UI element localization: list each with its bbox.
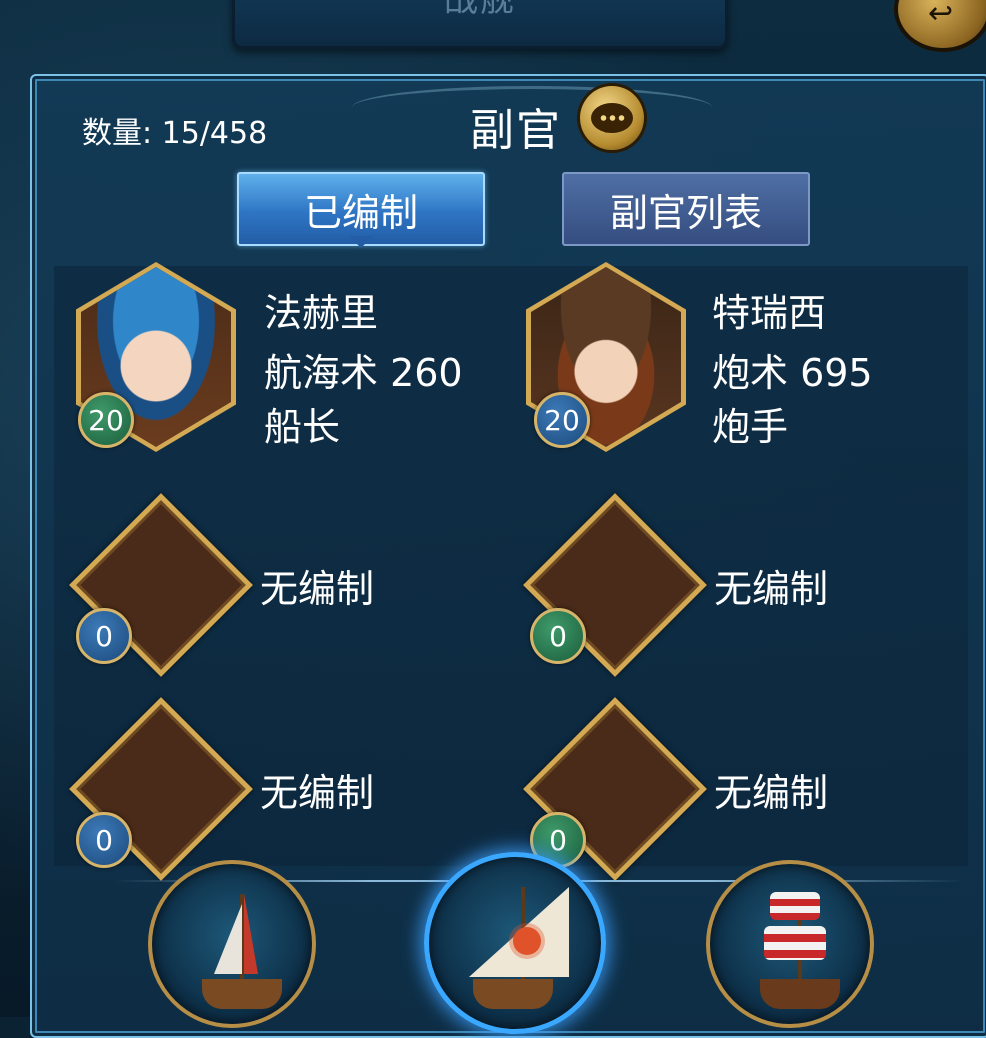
empty-slot-label: 无编制	[714, 567, 829, 611]
officer-skill: 炮术 695	[712, 351, 873, 395]
tab-officer-list[interactable]: 副官列表	[562, 172, 810, 246]
empty-slot-2[interactable]: 0 无编制	[523, 493, 946, 677]
officer-slot-2[interactable]: 20 特瑞西 炮术 695 炮手	[526, 262, 946, 462]
level-badge: 0	[76, 608, 132, 664]
tab-assigned[interactable]: 已编制	[237, 172, 485, 248]
empty-slot-label: 无编制	[260, 771, 375, 815]
officer-role: 炮手	[712, 405, 789, 449]
level-badge: 20	[78, 392, 134, 448]
ship-slot-1[interactable]	[148, 860, 316, 1028]
level-badge: 0	[76, 812, 132, 868]
officer-slot-1[interactable]: 20 法赫里 航海术 260 船长	[76, 262, 496, 462]
officer-name: 法赫里	[264, 291, 379, 335]
chat-button[interactable]	[580, 86, 644, 150]
back-arrow-icon: ↩	[928, 0, 954, 31]
ship-slot-3[interactable]	[706, 860, 874, 1028]
ship-slot-2[interactable]	[424, 852, 606, 1034]
empty-slot-1[interactable]: 0 无编制	[69, 493, 492, 677]
top-banner: 战舰	[232, 0, 728, 49]
level-badge: 0	[530, 608, 586, 664]
officer-role: 船长	[264, 405, 341, 449]
panel-title: 副官	[470, 105, 562, 156]
officer-count: 数量: 15/458	[82, 116, 268, 151]
officer-name: 特瑞西	[712, 291, 827, 335]
empty-slot-label: 无编制	[714, 771, 829, 815]
level-badge: 20	[534, 392, 590, 448]
chat-bubble-icon	[591, 103, 633, 133]
empty-slot-label: 无编制	[260, 567, 375, 611]
empty-slot-4[interactable]: 0 无编制	[523, 697, 946, 881]
officer-skill: 航海术 260	[264, 351, 463, 395]
empty-slot-3[interactable]: 0 无编制	[69, 697, 492, 881]
banner-title: 战舰	[444, 0, 516, 20]
